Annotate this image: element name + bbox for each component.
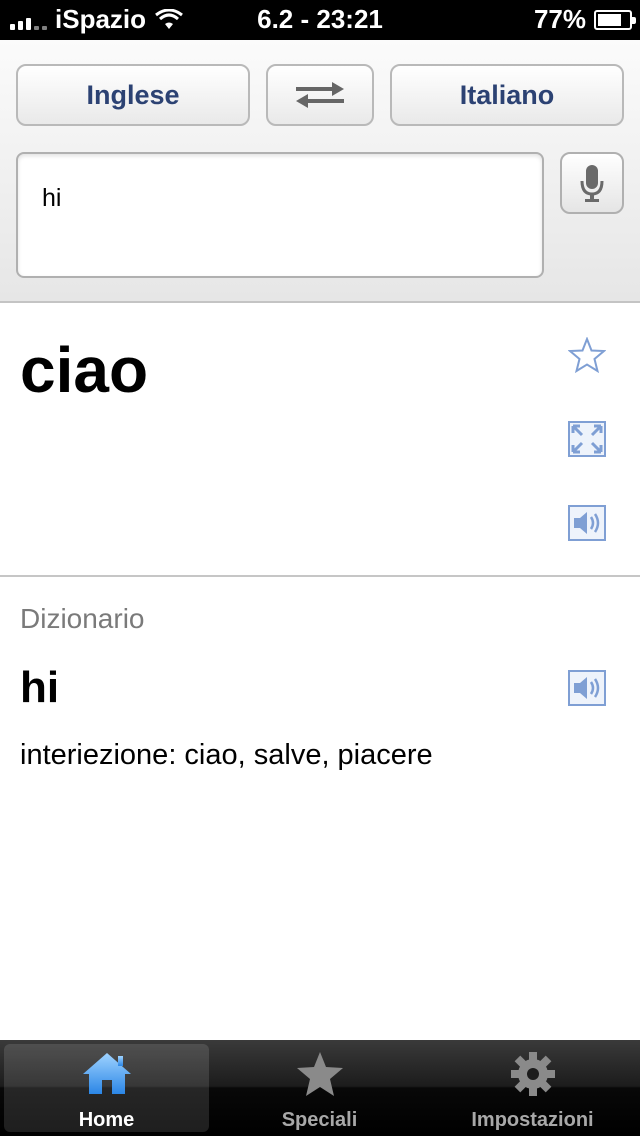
speaker-icon[interactable] — [568, 670, 606, 706]
battery-icon — [594, 9, 636, 30]
target-language-label: Italiano — [459, 79, 555, 110]
source-language-button[interactable]: Inglese — [16, 64, 250, 126]
battery-percent: 77% — [533, 4, 586, 34]
battery-info: 77% — [533, 4, 636, 35]
tab-impostazioni[interactable]: Impostazioni — [426, 1040, 639, 1136]
translate-header: Inglese Italiano hi — [0, 40, 640, 303]
gear-icon — [510, 1052, 555, 1096]
tab-speciali-label: Speciali — [281, 1109, 358, 1131]
home-icon — [82, 1053, 131, 1094]
source-language-label: Inglese — [86, 79, 180, 110]
tab-speciali[interactable]: Speciali — [213, 1040, 426, 1136]
dictionary-heading: Dizionario — [20, 603, 145, 634]
dictionary-definition: interiezione: ciao, salve, piacere — [20, 739, 433, 771]
tab-home[interactable]: Home — [0, 1040, 213, 1136]
speaker-icon[interactable] — [568, 505, 606, 541]
text-input[interactable]: hi — [16, 152, 544, 278]
star-icon[interactable] — [568, 337, 606, 373]
tab-impostazioni-label: Impostazioni — [471, 1109, 594, 1131]
input-text: hi — [42, 184, 62, 212]
swap-languages-button[interactable] — [266, 64, 374, 126]
swap-arrows-icon — [296, 82, 344, 108]
star-icon — [296, 1052, 343, 1096]
microphone-icon — [580, 165, 604, 202]
tab-home-label: Home — [78, 1109, 135, 1131]
dictionary-word: hi — [20, 663, 60, 712]
target-language-button[interactable]: Italiano — [390, 64, 624, 126]
tab-bar: Home Speciali Impostazioni — [0, 1040, 640, 1136]
translation-result: ciao — [0, 303, 640, 577]
status-bar: iSpazio 6.2 - 23:21 77% — [0, 0, 640, 40]
translation-text: ciao — [20, 334, 149, 406]
fullscreen-icon[interactable] — [568, 421, 606, 457]
voice-input-button[interactable] — [560, 152, 624, 214]
